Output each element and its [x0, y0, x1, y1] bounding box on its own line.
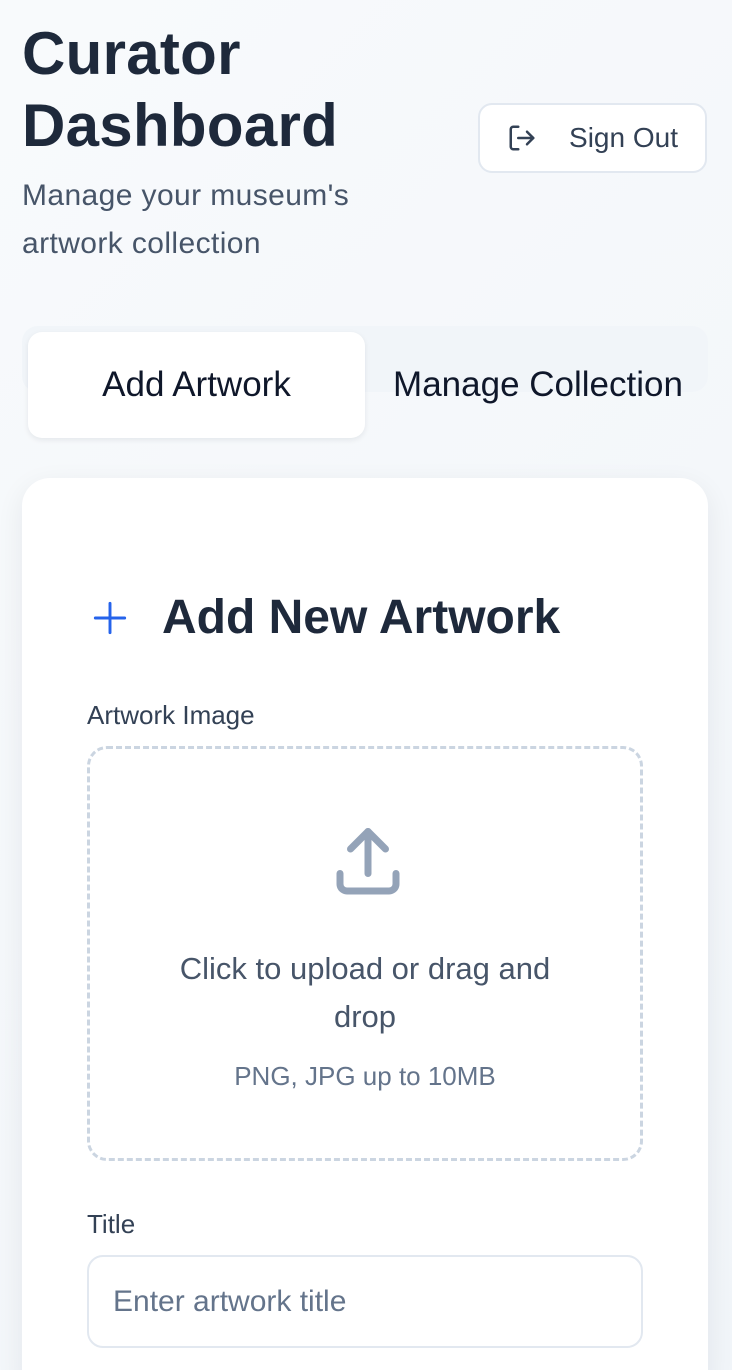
tab-manage-collection[interactable]: Manage Collection: [373, 332, 703, 438]
curator-dashboard-page: Curator Dashboard Manage your museum's a…: [0, 0, 732, 1370]
upload-instructions: Click to upload or drag and drop: [130, 945, 600, 1041]
title-input[interactable]: [87, 1255, 643, 1348]
card-heading: Add New Artwork: [88, 590, 560, 645]
page-title-line-2: Dashboard: [22, 92, 339, 159]
card-heading-text: Add New Artwork: [162, 591, 561, 644]
page-header: Curator Dashboard Manage your museum's a…: [22, 18, 442, 268]
tab-add-artwork[interactable]: Add Artwork: [28, 332, 365, 438]
sign-out-button[interactable]: Sign Out: [478, 103, 707, 173]
page-subtitle-line-1: Manage your museum's: [22, 179, 350, 212]
tab-bar: Add Artwork Manage Collection: [22, 326, 708, 438]
page-subtitle-line-2: artwork collection: [22, 227, 261, 260]
artwork-image-label: Artwork Image: [87, 700, 255, 730]
upload-instructions-line-1: Click to upload or drag and: [179, 951, 551, 986]
image-upload-dropzone[interactable]: Click to upload or drag and drop PNG, JP…: [87, 746, 643, 1161]
title-label: Title: [87, 1209, 136, 1239]
sign-out-label: Sign Out: [569, 122, 678, 153]
page-title-line-1: Curator: [22, 20, 241, 87]
upload-hint: PNG, JPG up to 10MB: [234, 1061, 496, 1091]
sign-out-icon: [509, 125, 535, 151]
page-subtitle: Manage your museum's artwork collection: [22, 172, 442, 268]
upload-instructions-line-2: drop: [333, 999, 397, 1034]
plus-icon: [93, 601, 127, 634]
add-artwork-card: Add New Artwork Artwork Image Click to u…: [22, 478, 708, 1370]
page-title: Curator Dashboard: [22, 18, 442, 162]
upload-icon: [336, 828, 400, 895]
